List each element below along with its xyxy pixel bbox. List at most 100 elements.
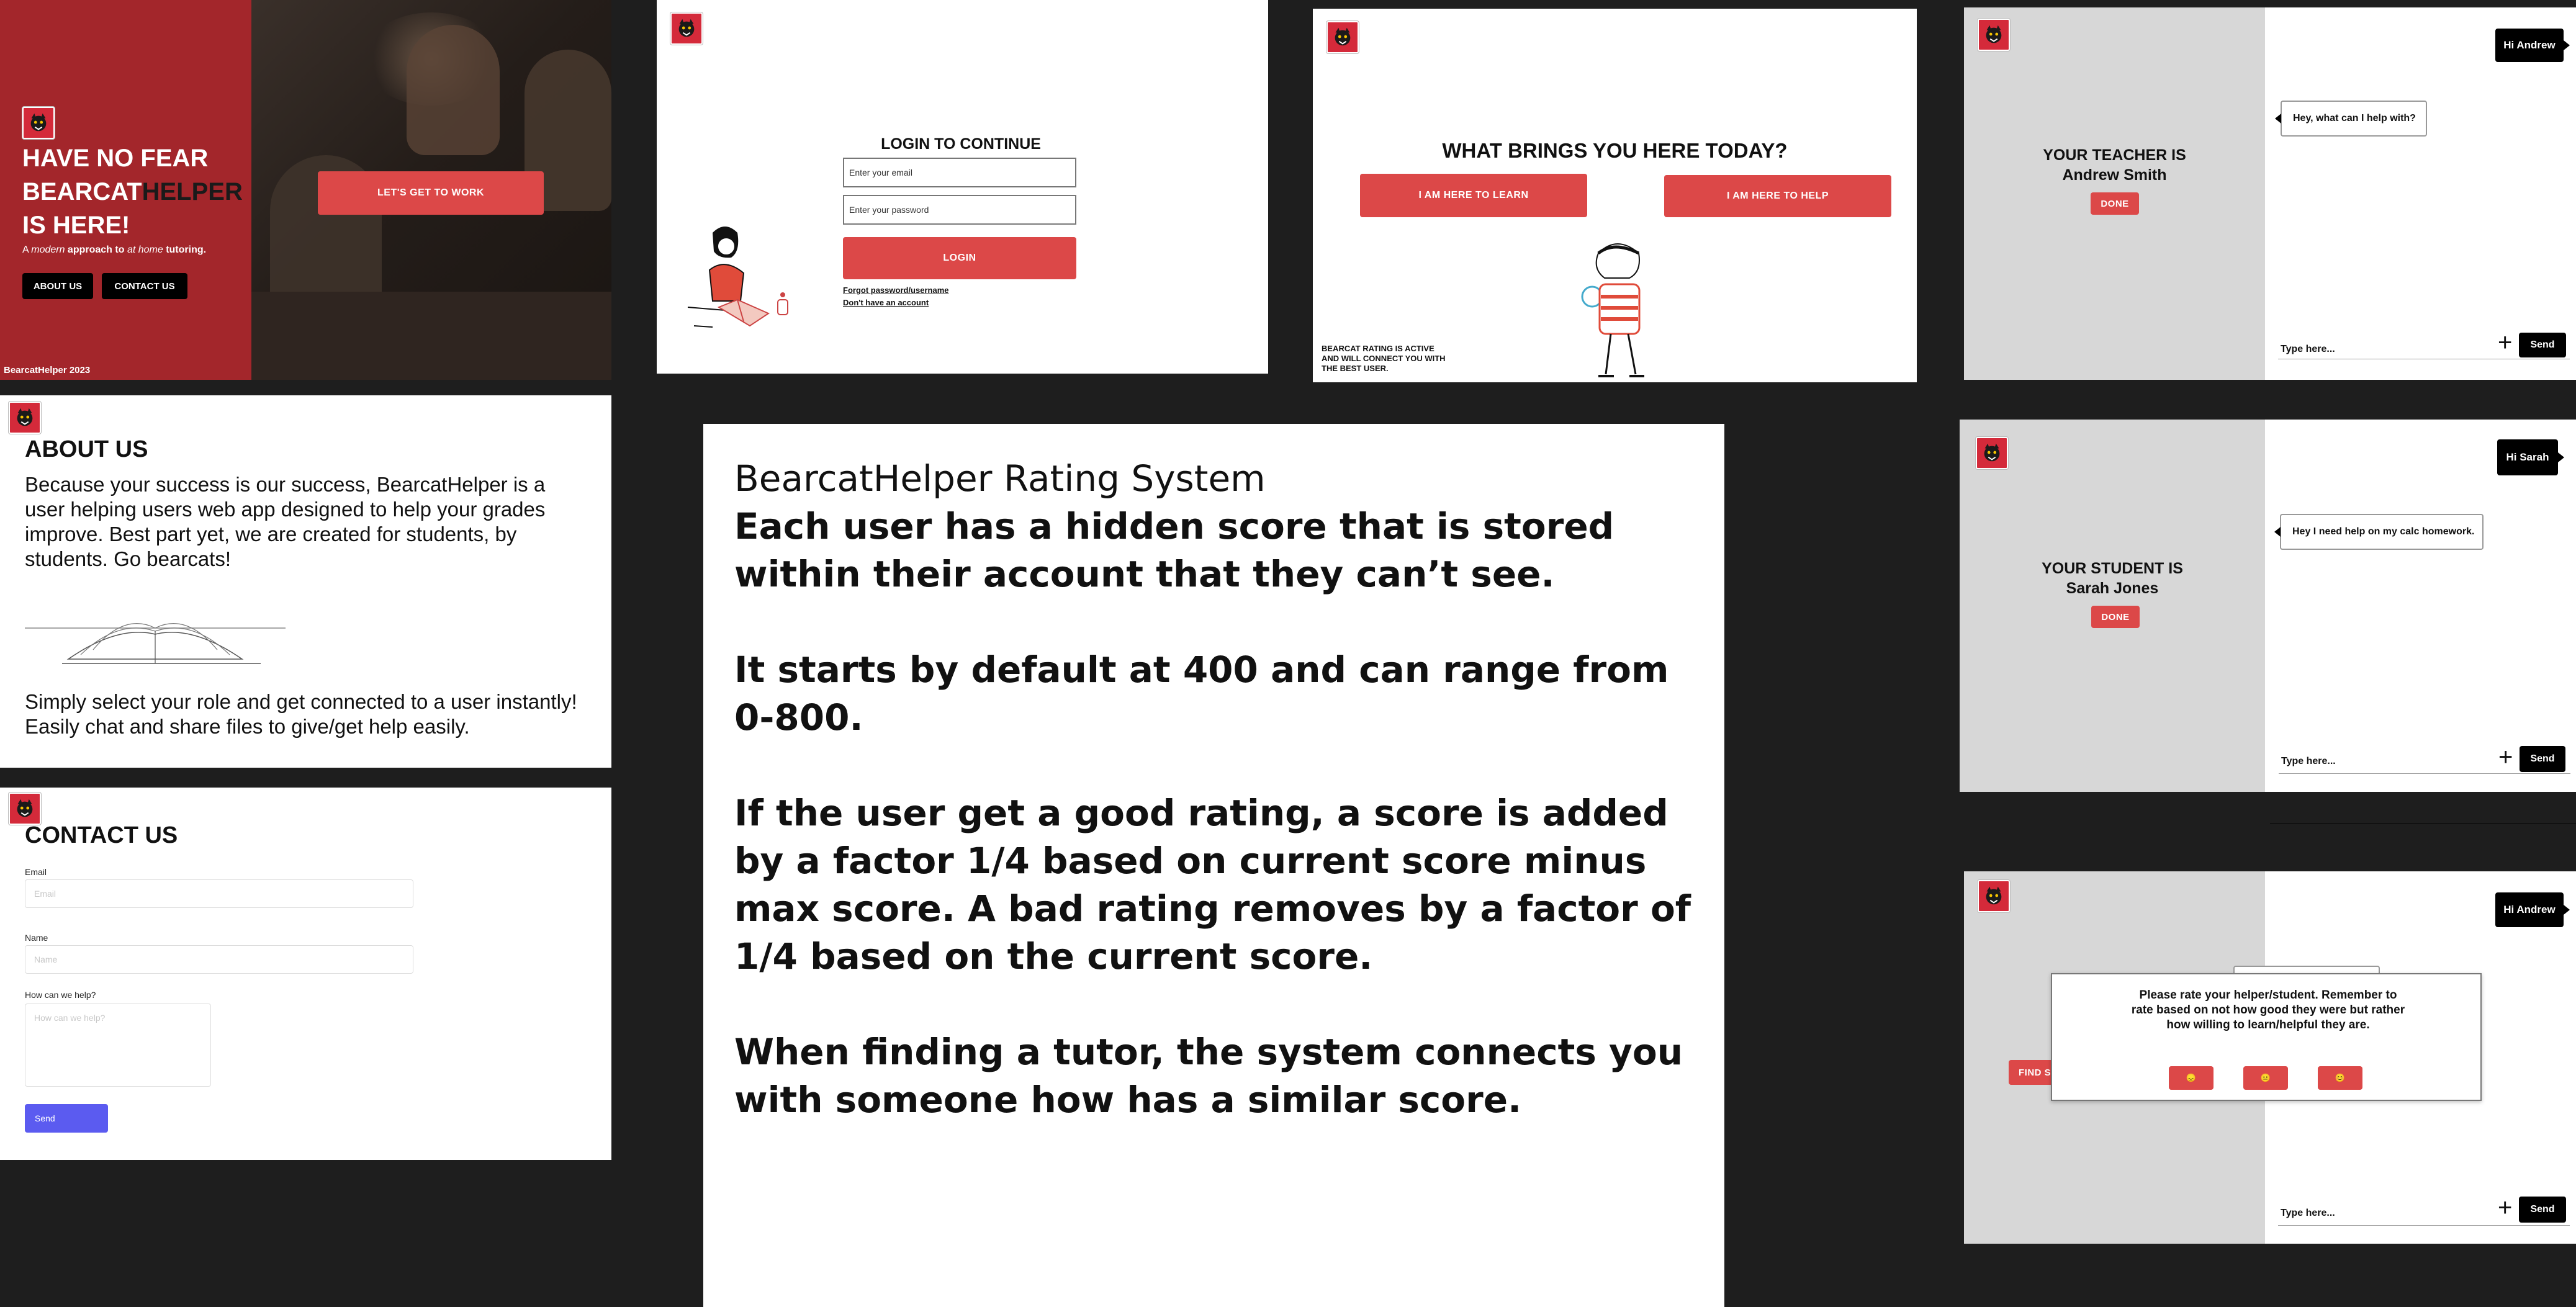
about-title: ABOUT US xyxy=(25,436,148,462)
role-select-frame: WHAT BRINGS YOU HERE TODAY? I AM HERE TO… xyxy=(1313,9,1917,382)
headline-line1: HAVE NO FEAR xyxy=(22,145,209,172)
login-title: LOGIN TO CONTINUE xyxy=(881,135,1041,153)
login-button[interactable]: LOGIN xyxy=(843,237,1076,279)
incoming-message: Hey I need help on my calc homework. xyxy=(2274,514,2484,550)
login-frame: LOGIN TO CONTINUE Enter your email Enter… xyxy=(657,0,1268,374)
password-field[interactable]: Enter your password xyxy=(843,195,1076,225)
input-underline xyxy=(2278,1225,2570,1226)
about-paragraph-2: Simply select your role and get connecte… xyxy=(25,690,577,738)
message-input[interactable]: Type here... xyxy=(2281,756,2336,767)
bearcat-logo-icon[interactable] xyxy=(1976,437,2008,469)
rating-note-line: AND WILL CONNECT YOU WITH xyxy=(1322,354,1446,363)
chat-student-frame: YOUR STUDENT IS Sarah Jones DONE Hi Sara… xyxy=(1960,420,2576,792)
rating-modal: Please rate your helper/student. Remembe… xyxy=(2051,973,2482,1101)
hero-headline: HAVE NO FEAR BEARCATHELPER IS HERE! xyxy=(22,141,252,242)
done-button[interactable]: DONE xyxy=(2091,606,2140,628)
hero-tagline: A modern approach to at home tutoring. xyxy=(22,245,206,256)
contact-name-field[interactable]: Name xyxy=(25,945,413,974)
teacher-label: YOUR TEACHER IS Andrew Smith xyxy=(1964,145,2265,185)
tagline-part: A xyxy=(22,245,32,255)
headline-brand: BEARCATHELPER xyxy=(22,175,252,209)
message-input[interactable]: Type here... xyxy=(2281,344,2335,355)
contact-email-field[interactable]: Email xyxy=(25,879,413,908)
about-paragraph-1: Because your success is our success, Bea… xyxy=(25,473,546,570)
rating-note-line: BEARCAT RATING IS ACTIVE xyxy=(1322,344,1434,353)
contact-send-button[interactable]: Send xyxy=(25,1104,108,1133)
student-label-line1: YOUR STUDENT IS xyxy=(2042,560,2183,577)
emoji-icon: 😊 xyxy=(2335,1073,2346,1082)
photo-person-center xyxy=(407,25,500,155)
rating-note: BEARCAT RATING IS ACTIVE AND WILL CONNEC… xyxy=(1322,344,1446,374)
contact-help-textarea[interactable]: How can we help? xyxy=(25,1004,211,1087)
about-us-button[interactable]: ABOUT US xyxy=(22,273,93,299)
rating-modal-text: Please rate your helper/student. Remembe… xyxy=(2131,989,2405,1031)
bearcat-logo-icon[interactable] xyxy=(9,793,41,825)
forgot-password-link[interactable]: Forgot password/username xyxy=(843,285,948,295)
student-label: YOUR STUDENT IS Sarah Jones xyxy=(1960,559,2265,598)
plus-icon[interactable]: + xyxy=(2498,330,2512,355)
name-label: Name xyxy=(25,933,48,943)
incoming-message: Hey, what can I help with? xyxy=(2275,101,2427,137)
teacher-label-line1: YOUR TEACHER IS xyxy=(2043,146,2186,164)
walking-girl-illustration xyxy=(1581,243,1644,377)
contact-frame: CONTACT US Email Email Name Name How can… xyxy=(0,788,611,1160)
landing-frame: HAVE NO FEAR BEARCATHELPER IS HERE! A mo… xyxy=(0,0,611,380)
send-button[interactable]: Send xyxy=(2520,746,2565,772)
divider-line xyxy=(2270,823,2576,824)
rating-paragraph: Each user has a hidden score that is sto… xyxy=(734,505,1615,595)
learn-button[interactable]: I AM HERE TO LEARN xyxy=(1360,174,1587,217)
help-button[interactable]: I AM HERE TO HELP xyxy=(1664,175,1891,217)
rating-heading: BearcatHelper Rating System xyxy=(734,457,1266,500)
chat-teacher-frame: YOUR TEACHER IS Andrew Smith DONE Hi And… xyxy=(1964,7,2576,380)
about-frame: ABOUT US Because your success is our suc… xyxy=(0,395,611,768)
rating-note-line: THE BEST USER. xyxy=(1322,364,1389,373)
email-label: Email xyxy=(25,867,47,877)
bearcat-logo-icon[interactable] xyxy=(670,12,703,45)
send-button[interactable]: Send xyxy=(2519,1197,2566,1223)
student-name: Sarah Jones xyxy=(2066,580,2159,597)
headline-brand-a: BEARCAT xyxy=(22,178,142,205)
outgoing-message: Hi Andrew xyxy=(2495,892,2570,927)
landing-footer: BearcatHelper 2023 xyxy=(4,365,91,375)
input-underline xyxy=(2279,773,2570,774)
emoji-icon: 😞 xyxy=(2186,1073,2197,1082)
done-button[interactable]: DONE xyxy=(2091,192,2139,215)
photo-table xyxy=(251,292,611,380)
outgoing-message: Hi Andrew xyxy=(2495,29,2570,62)
bearcat-logo-icon[interactable] xyxy=(22,107,55,139)
open-book-illustration xyxy=(25,623,286,664)
signup-link[interactable]: Don't have an account xyxy=(843,298,929,307)
tagline-part: modern xyxy=(31,245,65,255)
tagline-part: at home xyxy=(127,245,163,255)
rate-bad-button[interactable]: 😞 xyxy=(2169,1066,2213,1090)
bearcat-logo-icon[interactable] xyxy=(1978,19,2010,51)
help-label: How can we help? xyxy=(25,990,96,1000)
rate-good-button[interactable]: 😊 xyxy=(2318,1066,2362,1090)
contact-us-button[interactable]: CONTACT US xyxy=(102,273,187,299)
teacher-name: Andrew Smith xyxy=(2062,166,2167,184)
role-title: WHAT BRINGS YOU HERE TODAY? xyxy=(1442,139,1788,162)
emoji-icon: 😐 xyxy=(2260,1073,2271,1082)
bearcat-logo-icon[interactable] xyxy=(1326,21,1359,53)
rate-ok-button[interactable]: 😐 xyxy=(2243,1066,2288,1090)
rating-system-frame: BearcatHelper Rating System Each user ha… xyxy=(703,424,1724,1307)
contact-title: CONTACT US xyxy=(25,822,178,848)
studying-girl-illustration xyxy=(687,227,788,328)
plus-icon[interactable]: + xyxy=(2498,1195,2512,1220)
outgoing-message: Hi Sarah xyxy=(2497,439,2564,475)
headline-brand-b: HELPER xyxy=(142,178,243,205)
message-input[interactable]: Type here... xyxy=(2281,1208,2335,1219)
bearcat-logo-icon[interactable] xyxy=(9,402,41,434)
get-to-work-button[interactable]: LET'S GET TO WORK xyxy=(318,171,544,215)
plus-icon[interactable]: + xyxy=(2498,745,2513,770)
send-button[interactable]: Send xyxy=(2519,333,2566,357)
bearcat-logo-icon[interactable] xyxy=(1978,880,2010,912)
rating-paragraph: It starts by default at 400 and can rang… xyxy=(734,649,1669,739)
tagline-part: approach to xyxy=(65,245,127,255)
headline-line3: IS HERE! xyxy=(22,212,130,239)
rating-system-text: BearcatHelper Rating System Each user ha… xyxy=(734,455,1703,1124)
email-field[interactable]: Enter your email xyxy=(843,158,1076,187)
rating-paragraph: When finding a tutor, the system connect… xyxy=(734,1031,1683,1121)
rating-modal-frame: FIND S Hi Andrew Please rate your helper… xyxy=(1964,871,2576,1244)
rating-paragraph: If the user get a good rating, a score i… xyxy=(734,792,1691,977)
